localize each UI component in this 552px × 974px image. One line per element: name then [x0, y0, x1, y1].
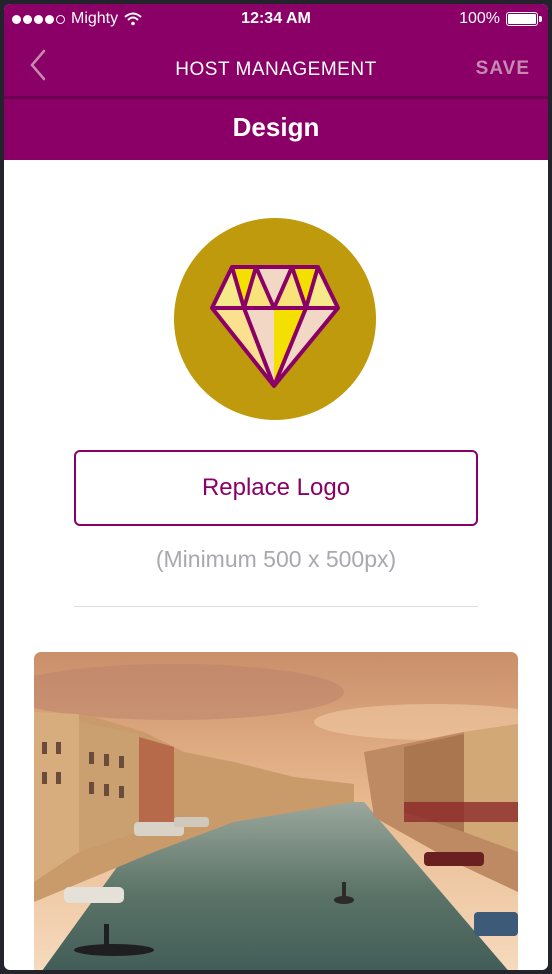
- diamond-icon: [210, 265, 340, 388]
- background-photo[interactable]: [34, 652, 518, 970]
- section-title: Design: [232, 112, 320, 142]
- battery-icon: [506, 12, 542, 26]
- venice-canal-photo: [34, 652, 518, 970]
- page-title: HOST MANAGEMENT: [175, 59, 377, 80]
- logo-size-hint: (Minimum 500 x 500px): [155, 546, 397, 572]
- header: Mighty 12:34 AM 100% HOST MANAGEMENT SAV…: [4, 4, 548, 160]
- navigation-bar: HOST MANAGEMENT SAVE: [4, 34, 548, 96]
- replace-logo-button[interactable]: Replace Logo: [74, 450, 478, 526]
- battery-percent: 100%: [459, 10, 500, 27]
- section-divider: [74, 606, 478, 607]
- logo-preview: [174, 218, 376, 420]
- phone-screen: Mighty 12:34 AM 100% HOST MANAGEMENT SAV…: [4, 4, 548, 970]
- battery-group: 100%: [459, 10, 542, 28]
- save-button[interactable]: SAVE: [476, 58, 530, 80]
- header-divider: [4, 96, 548, 99]
- status-bar: Mighty 12:34 AM 100%: [4, 4, 548, 34]
